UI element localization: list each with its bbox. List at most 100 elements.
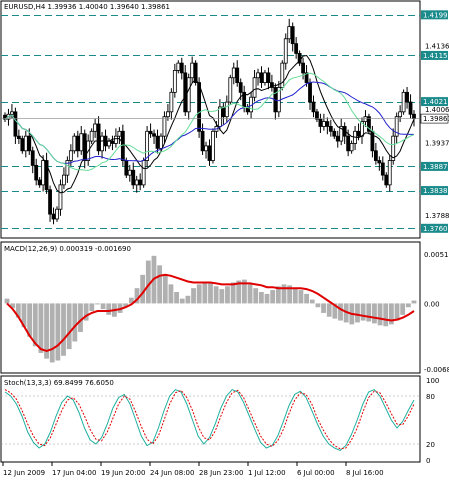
candle-body xyxy=(256,72,260,79)
candle-body xyxy=(401,91,406,113)
price-tick-label: 1.40060 xyxy=(425,106,449,114)
macd-histogram-bar xyxy=(225,286,230,304)
macd-tick-label: 0.00 xyxy=(424,300,440,308)
candle-body xyxy=(263,72,267,84)
candle-body xyxy=(252,77,257,98)
candle-body xyxy=(13,111,18,137)
macd-histogram-bar xyxy=(95,303,100,305)
candle-body xyxy=(231,67,236,79)
candle-body xyxy=(110,140,115,144)
macd-histogram-bar xyxy=(377,303,383,326)
candle-body xyxy=(363,116,368,122)
macd-histogram-bar xyxy=(292,288,298,304)
symbol-header: EURUSD,H4 1.39936 1.40040 1.39640 1.3986… xyxy=(4,3,170,11)
candle-body xyxy=(162,116,167,137)
candle-body xyxy=(266,72,271,84)
macd-histogram-bar xyxy=(253,288,259,304)
level-tag-label: 1.41992 xyxy=(423,11,449,19)
macd-histogram-bar xyxy=(400,303,406,315)
candle-body xyxy=(308,82,312,103)
macd-histogram-bar xyxy=(383,303,389,327)
level-tag-label: 1.38879 xyxy=(423,163,449,171)
macd-histogram-bar xyxy=(208,283,213,304)
candle-body xyxy=(72,135,77,152)
time-tick-label: 28 Jun 23:00 xyxy=(199,469,243,477)
candle-body xyxy=(318,118,323,127)
candle-body xyxy=(332,130,337,137)
time-tick-label: 6 Jul 00:00 xyxy=(297,469,335,477)
stoch-tick-label: 80 xyxy=(426,393,435,401)
macd-histogram-bar xyxy=(309,299,315,304)
macd-histogram-bar xyxy=(405,303,411,308)
time-tick-label: 19 Jun 20:00 xyxy=(101,469,145,477)
macd-histogram-bar xyxy=(4,298,10,304)
candle-body xyxy=(179,62,184,74)
candle-body xyxy=(51,213,56,220)
candle-body xyxy=(152,133,156,137)
candle-body xyxy=(96,123,101,152)
price-tick-label: 1.37880 xyxy=(425,212,449,220)
candle-body xyxy=(100,135,104,152)
candle-body xyxy=(75,135,80,152)
time-tick-label: 1 Jul 12:00 xyxy=(248,469,286,477)
macd-histogram-bar xyxy=(196,284,202,304)
macd-histogram-bar xyxy=(66,303,72,350)
candle-body xyxy=(176,62,181,71)
macd-histogram-bar xyxy=(100,303,106,310)
candle-body xyxy=(328,126,333,132)
macd-histogram-bar xyxy=(162,274,168,304)
price-tick-label: 1.41365 xyxy=(425,42,449,50)
candle-body xyxy=(68,150,73,161)
candle-body xyxy=(55,208,59,220)
macd-histogram-bar xyxy=(372,303,377,324)
macd-histogram-bar xyxy=(230,282,236,304)
current-price-label: 1.39861 xyxy=(423,115,449,123)
candle-body xyxy=(315,111,319,120)
macd-axis: 0.005177 0.00 -0.006871 xyxy=(424,251,449,374)
candle-body xyxy=(124,160,129,176)
candle-body xyxy=(169,91,174,113)
macd-histogram-bar xyxy=(298,290,304,304)
macd-histogram-bar xyxy=(326,303,332,317)
stoch-label: Stoch(13,3,3) 69.8499 76.6050 xyxy=(4,379,114,387)
candle-body xyxy=(117,130,122,137)
candle-body xyxy=(228,77,233,103)
candle-body xyxy=(34,164,39,181)
macd-histogram-bar xyxy=(157,265,163,304)
level-tag-label: 1.40210 xyxy=(423,98,449,106)
candle-body xyxy=(79,133,84,152)
candle-body xyxy=(211,130,215,161)
candle-body xyxy=(114,135,118,144)
candle-body xyxy=(127,169,132,176)
candle-body xyxy=(325,121,330,127)
candle-body xyxy=(387,160,392,186)
candle-body xyxy=(301,62,305,74)
candle-body xyxy=(16,135,21,140)
macd-histogram-bar xyxy=(72,303,78,342)
candle-body xyxy=(294,43,299,54)
candle-body xyxy=(290,26,295,45)
level-tag-label: 1.38383 xyxy=(423,187,449,195)
macd-histogram-bar xyxy=(219,289,225,304)
macd-histogram-bar xyxy=(55,303,61,361)
candle-body xyxy=(148,130,153,135)
candle-body xyxy=(384,174,389,186)
candle-body xyxy=(186,77,191,113)
macd-tick-label: -0.006871 xyxy=(424,366,449,374)
candle-body xyxy=(62,174,66,186)
candle-body xyxy=(321,121,326,127)
time-tick-label: 17 Jun 04:00 xyxy=(52,469,96,477)
candle-body xyxy=(172,70,177,93)
candle-body xyxy=(346,135,351,152)
time-tick-label: 8 Jul 16:00 xyxy=(346,469,384,477)
macd-histogram-bar xyxy=(315,303,321,308)
candle-body xyxy=(224,101,229,118)
candle-body xyxy=(217,106,222,127)
candle-body xyxy=(204,145,208,152)
macd-histogram-bar xyxy=(49,303,55,363)
macd-histogram-bar xyxy=(185,295,191,304)
candle-body xyxy=(41,160,46,186)
stoch-tick-label: 20 xyxy=(426,441,435,449)
candle-body xyxy=(412,113,416,120)
candle-body xyxy=(200,130,205,152)
